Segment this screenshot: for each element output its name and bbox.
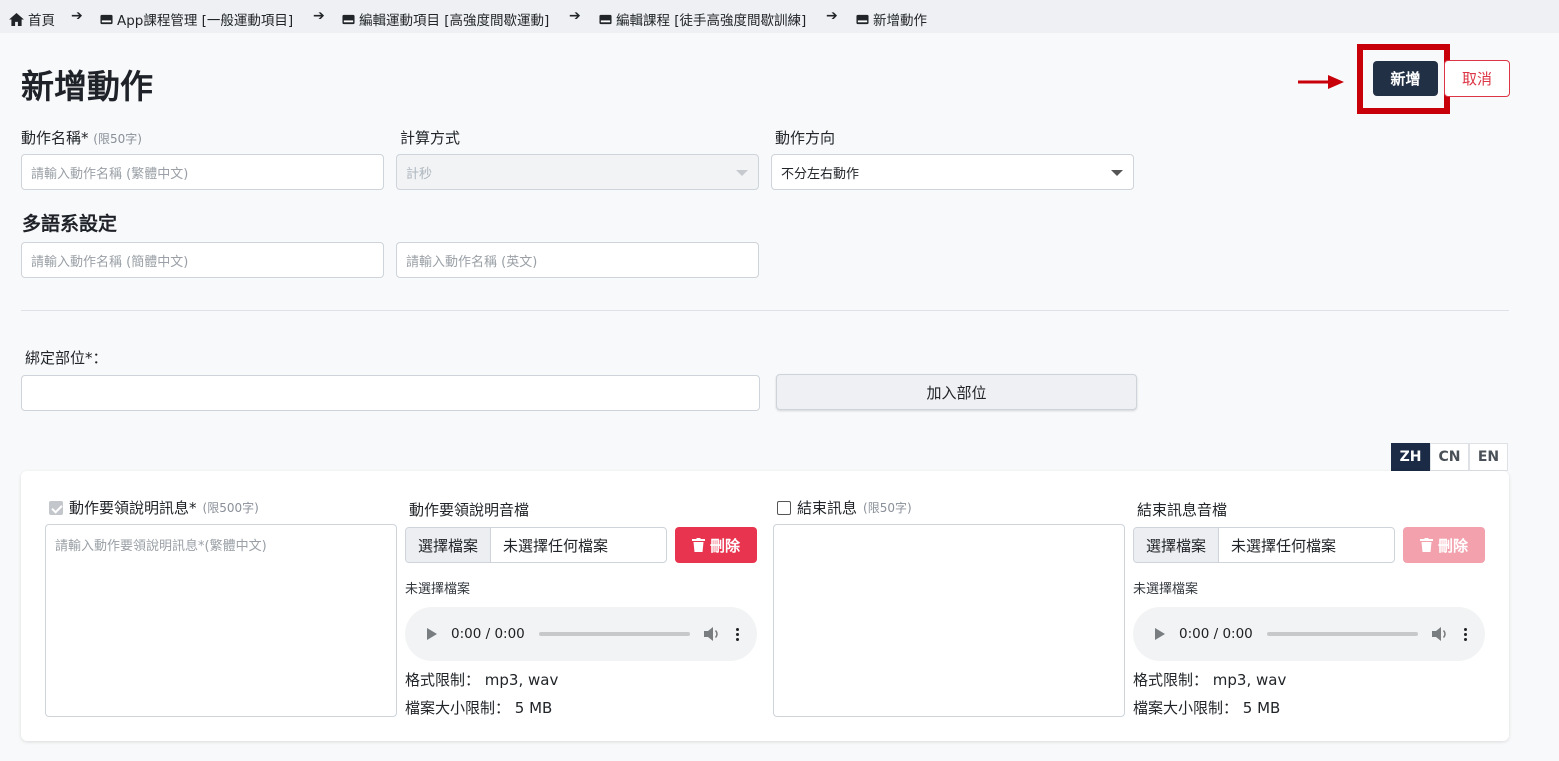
desc-delete-button[interactable]: 刪除: [675, 527, 757, 563]
tab-cn[interactable]: CN: [1430, 443, 1469, 471]
direction-label: 動作方向: [775, 129, 836, 147]
arrow-right-icon: ➔: [313, 8, 325, 24]
bind-label: 綁定部位*：: [25, 349, 108, 367]
name-hint: (限50字): [93, 132, 142, 146]
name-cn-input[interactable]: 請輸入動作名稱 (簡體中文): [21, 242, 384, 278]
desc-label-text: 動作要領說明訊息*: [69, 499, 197, 517]
breadcrumb-item-edit-sport[interactable]: 編輯運動項目 [高強度間歇運動]: [342, 9, 549, 29]
multilang-heading: 多語系設定: [22, 213, 118, 235]
desc-textarea[interactable]: 請輸入動作要領說明訊息*(繁體中文): [45, 524, 397, 717]
name-en-input[interactable]: 請輸入動作名稱 (英文): [396, 242, 759, 278]
desc-audio-status: 未選擇檔案: [405, 582, 471, 597]
add-bodypart-button[interactable]: 加入部位: [776, 374, 1137, 410]
arrow-right-icon: ➔: [71, 8, 83, 24]
breadcrumb-item-label: 編輯運動項目 [高強度間歇運動]: [359, 13, 550, 29]
end-size-limit: 檔案大小限制： 5 MB: [1133, 699, 1281, 717]
calc-label: 計算方式: [400, 129, 461, 147]
name-input[interactable]: 請輸入動作名稱 (繁體中文): [21, 154, 384, 190]
desc-hint: (限500字): [202, 501, 259, 515]
delete-label: 刪除: [1437, 536, 1468, 555]
chevron-down-icon: [1111, 170, 1123, 176]
card-icon: [856, 14, 869, 24]
end-audio-player[interactable]: 0:00 / 0:00: [1133, 607, 1485, 661]
direction-select[interactable]: 不分左右動作: [771, 154, 1134, 190]
add-button[interactable]: 新增: [1373, 61, 1438, 96]
file-name: 未選擇任何檔案: [1231, 536, 1337, 555]
desc-checkbox[interactable]: [49, 500, 63, 515]
page-title: 新增動作: [21, 67, 153, 106]
file-name: 未選擇任何檔案: [503, 536, 609, 555]
breadcrumb: 首頁 ➔ App課程管理 [一般運動項目] ➔ 編輯運動項目 [高強度間歇運動]…: [0, 0, 1559, 33]
end-audio-title: 結束訊息音檔: [1137, 501, 1228, 519]
breadcrumb-item-label: 編輯課程 [徒手高強度間歇訓練]: [616, 13, 807, 29]
cancel-button[interactable]: 取消: [1444, 60, 1510, 97]
desc-size-limit: 檔案大小限制： 5 MB: [405, 699, 553, 717]
home-icon: [9, 12, 24, 26]
audio-progress[interactable]: [538, 632, 690, 636]
audio-time: 0:00 / 0:00: [1179, 626, 1253, 642]
tab-zh[interactable]: ZH: [1391, 443, 1430, 471]
desc-format-limit: 格式限制： mp3, wav: [405, 671, 559, 689]
desc-audio-player[interactable]: 0:00 / 0:00: [405, 607, 757, 661]
desc-label: 動作要領說明訊息* (限500字): [49, 497, 259, 518]
card-icon: [342, 14, 355, 24]
calc-select-value: 計秒: [406, 166, 433, 182]
end-file-input[interactable]: 選擇檔案 未選擇任何檔案: [1133, 527, 1395, 563]
lang-tabs: ZH CN EN: [1391, 443, 1508, 471]
direction-select-value: 不分左右動作: [781, 166, 860, 182]
play-icon[interactable]: [1155, 628, 1165, 640]
end-textarea[interactable]: [773, 524, 1125, 717]
name-label-text: 動作名稱*: [21, 129, 89, 147]
card-icon: [100, 14, 113, 24]
name-label: 動作名稱* (限50字): [21, 127, 142, 148]
desc-audio-title: 動作要領說明音檔: [409, 501, 530, 519]
choose-file-button[interactable]: 選擇檔案: [406, 528, 492, 562]
divider: [21, 310, 1509, 311]
more-icon[interactable]: [1464, 627, 1467, 641]
volume-icon[interactable]: [1432, 627, 1450, 641]
end-hint: (限50字): [863, 501, 912, 515]
breadcrumb-item-edit-course[interactable]: 編輯課程 [徒手高強度間歇訓練]: [599, 9, 806, 29]
end-format-limit: 格式限制： mp3, wav: [1133, 671, 1287, 689]
trash-icon: [691, 538, 705, 552]
bind-input[interactable]: [21, 375, 760, 411]
choose-file-button[interactable]: 選擇檔案: [1134, 528, 1220, 562]
desc-file-input[interactable]: 選擇檔案 未選擇任何檔案: [405, 527, 667, 563]
end-audio-status: 未選擇檔案: [1133, 582, 1199, 597]
breadcrumb-item-course-mgmt[interactable]: App課程管理 [一般運動項目]: [100, 9, 293, 29]
play-icon[interactable]: [427, 628, 437, 640]
end-label-text: 結束訊息: [797, 499, 858, 517]
trash-icon: [1419, 538, 1433, 552]
chevron-down-icon: [736, 170, 748, 176]
breadcrumb-item-label: App課程管理 [一般運動項目]: [117, 13, 294, 29]
card-icon: [599, 14, 612, 24]
calc-select: 計秒: [396, 154, 759, 190]
annotation-arrow: [1298, 75, 1344, 89]
end-label: 結束訊息 (限50字): [777, 497, 912, 518]
more-icon[interactable]: [736, 627, 739, 641]
audio-progress[interactable]: [1266, 632, 1418, 636]
breadcrumb-home-label: 首頁: [28, 13, 55, 29]
breadcrumb-home[interactable]: 首頁: [9, 9, 55, 29]
breadcrumb-item-current: 新增動作: [856, 9, 927, 29]
volume-icon[interactable]: [704, 627, 722, 641]
delete-label: 刪除: [709, 536, 740, 555]
tab-en[interactable]: EN: [1469, 443, 1508, 471]
breadcrumb-item-label: 新增動作: [873, 13, 927, 29]
arrow-right-icon: ➔: [826, 8, 838, 24]
end-delete-button: 刪除: [1403, 527, 1485, 563]
end-checkbox[interactable]: [777, 500, 791, 515]
audio-time: 0:00 / 0:00: [451, 626, 525, 642]
arrow-right-icon: ➔: [569, 8, 581, 24]
